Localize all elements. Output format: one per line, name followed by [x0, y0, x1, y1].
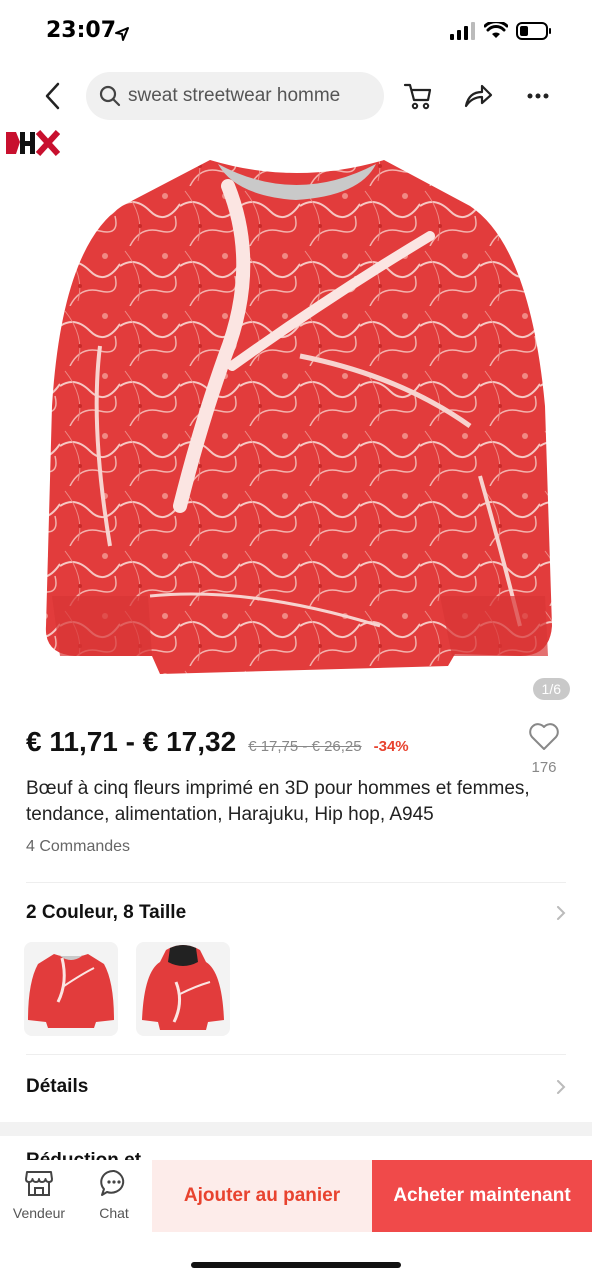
add-to-cart-button[interactable]: Ajouter au panier	[152, 1160, 372, 1232]
location-arrow-icon	[115, 27, 129, 41]
more-icon[interactable]	[522, 80, 554, 112]
search-query: sweat streetwear homme	[128, 85, 341, 106]
product-title: Bœuf à cinq fleurs imprimé en 3D pour ho…	[26, 778, 530, 825]
divider	[26, 1054, 566, 1055]
orders-count: 4 Commandes	[26, 838, 131, 855]
search-icon	[99, 85, 121, 107]
bottom-action-bar: Vendeur Chat Ajouter au panier Acheter m…	[0, 1160, 592, 1232]
wishlist-count: 176	[531, 759, 557, 776]
home-indicator[interactable]	[191, 1262, 401, 1268]
original-price: € 17,75 - € 26,25	[248, 738, 362, 755]
chevron-right-icon[interactable]	[554, 906, 568, 920]
wifi-icon	[484, 22, 508, 38]
product-image[interactable]: 1/6	[0, 126, 592, 710]
brand-logo	[6, 130, 60, 156]
price-range: € 11,71 - € 17,32	[26, 726, 237, 757]
nav-bar: sweat streetwear homme	[0, 70, 592, 122]
cart-icon[interactable]	[402, 80, 434, 112]
battery-icon	[516, 22, 551, 40]
variant-thumb-hoodie[interactable]	[136, 942, 230, 1036]
buy-now-button[interactable]: Acheter maintenant	[372, 1160, 592, 1232]
discount-badge: -34%	[373, 738, 409, 755]
section-separator	[0, 1122, 592, 1136]
chevron-right-icon[interactable]	[554, 1080, 568, 1094]
price-row: € 11,71 - € 17,32 € 17,75 - € 26,25 -34%	[26, 726, 566, 766]
seller-label: Vendeur	[12, 1205, 66, 1221]
chat-button[interactable]: Chat	[79, 1168, 149, 1221]
variant-sweatshirt-image	[28, 954, 114, 1028]
details-label[interactable]: Détails	[26, 1076, 88, 1098]
divider	[26, 882, 566, 883]
chat-icon	[100, 1169, 125, 1196]
store-icon	[25, 1171, 53, 1196]
chat-label: Chat	[99, 1205, 129, 1221]
variant-hoodie-image	[142, 945, 224, 1030]
share-icon[interactable]	[462, 80, 494, 112]
sweatshirt-image	[45, 160, 553, 674]
search-input[interactable]: sweat streetwear homme	[86, 72, 384, 120]
image-counter: 1/6	[532, 678, 570, 700]
back-icon[interactable]	[38, 80, 70, 112]
wishlist-button[interactable]: 176	[526, 722, 562, 776]
status-time: 23:07	[46, 18, 117, 43]
status-bar: 23:07	[0, 0, 592, 66]
variants-label[interactable]: 2 Couleur, 8 Taille	[26, 902, 186, 924]
signal-icon	[450, 22, 475, 40]
variant-thumb-sweatshirt[interactable]	[24, 942, 118, 1036]
seller-button[interactable]: Vendeur	[4, 1168, 74, 1221]
heart-icon	[529, 723, 559, 750]
